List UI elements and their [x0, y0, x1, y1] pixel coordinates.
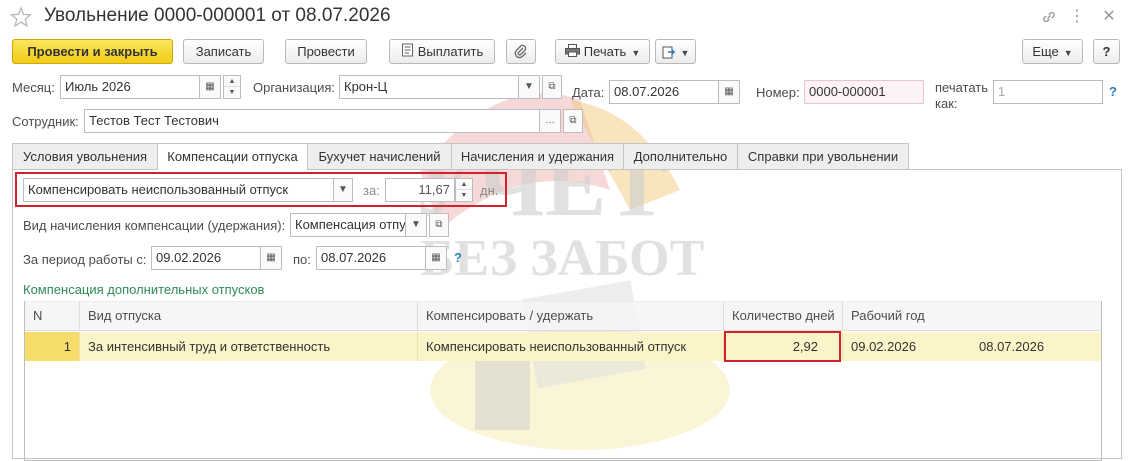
- send-document-icon: [662, 44, 676, 59]
- calendar-icon[interactable]: ▦: [425, 246, 447, 270]
- tab-accrual-accounting[interactable]: Бухучет начислений: [307, 143, 452, 169]
- attach-button[interactable]: [506, 39, 536, 64]
- number-label: Номер:: [756, 85, 800, 100]
- send-menu-button[interactable]: ▼: [655, 39, 696, 64]
- employee-label: Сотрудник:: [12, 114, 79, 129]
- tab-additional[interactable]: Дополнительно: [623, 143, 738, 169]
- window-title: Увольнение 0000-000001 от 08.07.2026: [44, 5, 391, 26]
- print-as-label: печатать: [935, 80, 989, 95]
- date-label: Дата:: [572, 85, 605, 100]
- document-icon: [401, 41, 414, 64]
- link-icon[interactable]: [1038, 6, 1060, 28]
- tab-vacation-compensation[interactable]: Компенсации отпуска: [157, 143, 308, 170]
- period-from-label: За период работы с:: [23, 252, 147, 267]
- period-from-field[interactable]: 09.02.2026: [151, 246, 261, 270]
- chevron-down-icon: ▼: [680, 48, 690, 58]
- calendar-icon[interactable]: ▦: [260, 246, 282, 270]
- help-button[interactable]: ?: [1093, 39, 1120, 64]
- column-header-days[interactable]: Количество дней: [724, 301, 843, 331]
- tab-accruals-deductions[interactable]: Начисления и удержания: [451, 143, 624, 169]
- tab-dismissal-certificates[interactable]: Справки при увольнении: [737, 143, 909, 169]
- paperclip-icon: [514, 44, 528, 62]
- table-cell-n[interactable]: 1: [25, 332, 80, 361]
- period-to-field[interactable]: 08.07.2026: [316, 246, 426, 270]
- calendar-icon[interactable]: ▦: [718, 80, 740, 104]
- print-button[interactable]: Печать ▼: [555, 39, 650, 64]
- pay-button-label: Выплатить: [417, 44, 484, 59]
- favorite-star-icon[interactable]: [9, 6, 33, 28]
- month-label: Месяц:: [12, 80, 55, 95]
- column-header-n[interactable]: N: [25, 301, 80, 331]
- section-title: Компенсация дополнительных отпусков: [23, 282, 265, 297]
- close-icon[interactable]: ✕: [1098, 6, 1120, 28]
- chevron-down-icon: ▼: [1063, 48, 1073, 58]
- chevron-down-icon[interactable]: ▼: [405, 213, 427, 237]
- post-and-close-button[interactable]: Провести и закрыть: [12, 39, 173, 64]
- more-button-label: Еще: [1032, 44, 1059, 59]
- column-header-work-year[interactable]: Рабочий год: [843, 301, 1101, 331]
- chevron-down-icon[interactable]: ▼: [518, 75, 540, 99]
- printer-icon: [564, 41, 580, 64]
- table-cell-vacation-type[interactable]: За интенсивный труд и ответственность: [80, 332, 418, 361]
- table-cell-year-from[interactable]: 09.02.2026: [843, 332, 971, 361]
- open-icon[interactable]: ⧉: [542, 75, 562, 99]
- organization-field[interactable]: Крон-Ц: [339, 75, 519, 99]
- open-icon[interactable]: ⧉: [429, 213, 449, 237]
- column-header-vacation-type[interactable]: Вид отпуска: [80, 301, 418, 331]
- highlight-frame: [15, 172, 507, 207]
- period-help-icon[interactable]: ?: [454, 250, 462, 265]
- table-cell-year-to[interactable]: 08.07.2026: [971, 332, 1101, 361]
- accrual-type-field[interactable]: Компенсация отпу: [290, 213, 406, 237]
- tab-dismissal-conditions[interactable]: Условия увольнения: [12, 143, 158, 169]
- month-stepper[interactable]: ▲ ▼: [223, 75, 241, 99]
- pay-button[interactable]: Выплатить: [389, 39, 495, 64]
- save-button[interactable]: Записать: [183, 39, 264, 64]
- month-field[interactable]: Июль 2026: [60, 75, 200, 99]
- employee-field[interactable]: Тестов Тест Тестович: [84, 109, 540, 133]
- print-button-label: Печать: [583, 44, 627, 59]
- print-as-help-icon[interactable]: ?: [1109, 84, 1117, 99]
- select-icon[interactable]: …: [539, 109, 561, 133]
- post-button[interactable]: Провести: [285, 39, 367, 64]
- calendar-icon[interactable]: ▦: [199, 75, 221, 99]
- more-button[interactable]: Еще ▼: [1022, 39, 1083, 64]
- table-cell-compensate[interactable]: Компенсировать неиспользованный отпуск: [418, 332, 724, 361]
- print-as-label-2: как:: [935, 96, 958, 111]
- chevron-down-icon: ▼: [631, 48, 641, 58]
- open-icon[interactable]: ⧉: [563, 109, 583, 133]
- date-field[interactable]: 08.07.2026: [609, 80, 719, 104]
- more-vertical-icon[interactable]: ⋮: [1066, 6, 1088, 28]
- organization-label: Организация:: [253, 80, 336, 95]
- number-field[interactable]: 0000-000001: [804, 80, 924, 104]
- print-as-field[interactable]: 1: [993, 80, 1103, 104]
- accrual-type-label: Вид начисления компенсации (удержания):: [23, 218, 286, 233]
- period-to-label: по:: [293, 252, 311, 267]
- column-header-compensate[interactable]: Компенсировать / удержать: [418, 301, 724, 331]
- days-highlight-frame: [724, 331, 841, 362]
